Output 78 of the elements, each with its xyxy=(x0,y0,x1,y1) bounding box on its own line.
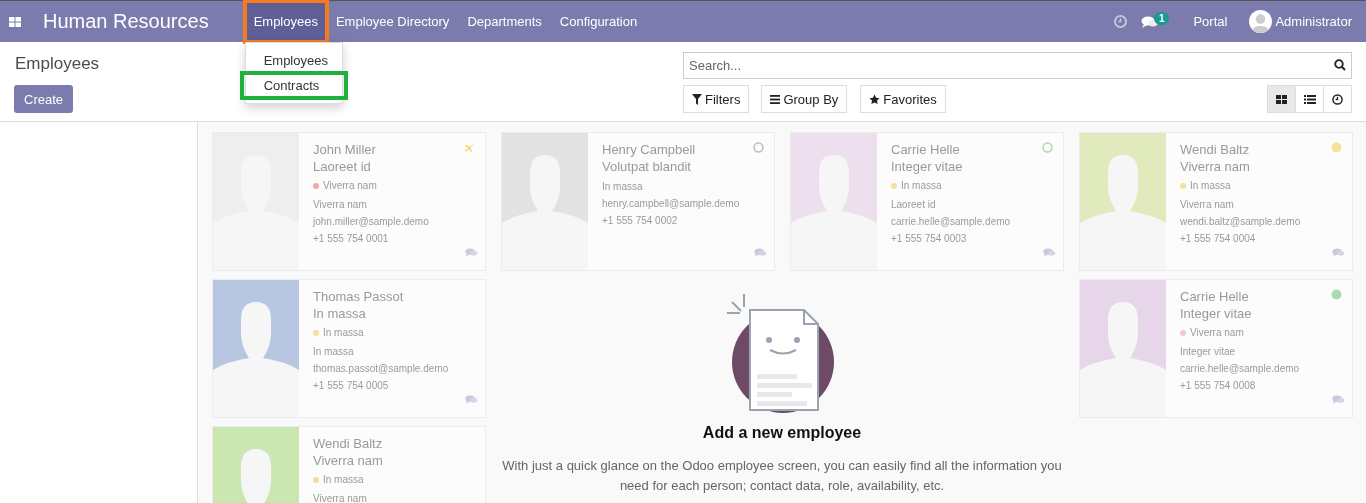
phone-text: +1 555 754 0008 xyxy=(1180,381,1257,391)
phone-text: +1 555 754 0001 xyxy=(313,234,390,244)
tag-label: In massa xyxy=(323,474,364,485)
clock-icon[interactable] xyxy=(1113,15,1127,28)
chat-icon[interactable] xyxy=(1140,14,1159,29)
card-detail: Laoreet id xyxy=(891,200,937,210)
employee-card[interactable]: Wendi Baltz Viverra nam In massa Viverra nam wendi.baltz@sample.demo +1 555 754 0004 xyxy=(1079,132,1353,271)
employee-name: Wendi Baltz xyxy=(1180,141,1251,158)
favorites-button[interactable]: Favorites xyxy=(860,85,946,113)
email-text: henry.campbell@sample.demo xyxy=(602,199,740,209)
card-detail: In massa xyxy=(313,347,355,357)
employee-card[interactable]: Henry Campbell Volutpat blandit In massa henry.campbell@sample.demo +1 555 754 0002 xyxy=(501,132,775,271)
search-icon[interactable] xyxy=(1334,59,1346,71)
card-detail: Viverra nam xyxy=(313,494,368,503)
user-menu[interactable]: Administrator xyxy=(1275,14,1352,29)
group-by-button[interactable]: Group By xyxy=(761,85,848,113)
job-title: Viverra nam xyxy=(313,452,383,469)
employee-name: Carrie Helle xyxy=(891,141,961,158)
card-detail: Viverra nam xyxy=(313,200,368,210)
employee-name: Wendi Baltz xyxy=(313,435,383,452)
employee-name: Henry Campbell xyxy=(602,141,697,158)
job-title: Laoreet id xyxy=(313,158,372,175)
tag-label: Viverra nam xyxy=(323,180,377,191)
phone-text: +1 555 754 0003 xyxy=(891,234,968,244)
portal-link[interactable]: Portal xyxy=(1193,14,1228,29)
clock-icon xyxy=(1332,93,1343,105)
employee-card[interactable]: Thomas Passot In massa In massa In massa thomas.passot@sample.demo +1 555 754 0005 xyxy=(212,279,486,418)
filter-icon xyxy=(692,93,702,105)
employee-name: John Miller xyxy=(313,141,377,158)
email-text: carrie.helle@sample.demo xyxy=(1180,364,1300,374)
message-count-badge: 1 xyxy=(1153,12,1170,25)
nav-menu-item[interactable]: Employees xyxy=(244,1,327,42)
app-title: Human Resources xyxy=(43,10,209,33)
phone-text: +1 555 754 0004 xyxy=(1180,234,1257,244)
nav-menu-item[interactable]: Employee Directory xyxy=(326,1,459,42)
job-title: In massa xyxy=(313,305,367,322)
email-text: john.miller@sample.demo xyxy=(313,217,429,227)
user-avatar-icon[interactable] xyxy=(1249,10,1273,33)
employee-card[interactable]: Carrie Helle Integer vitae In massa Laoreet id carrie.helle@sample.demo +1 555 754 0003 xyxy=(790,132,1064,271)
employee-name: Carrie Helle xyxy=(1180,288,1250,305)
list-icon xyxy=(1303,94,1316,104)
grid-icon xyxy=(1276,94,1287,104)
filters-button[interactable]: Filters xyxy=(683,85,750,113)
tag-label: In massa xyxy=(323,327,364,338)
employee-card[interactable]: Wendi Baltz Viverra nam In massa Viverra nam xyxy=(212,426,486,503)
phone-text: +1 555 754 0005 xyxy=(313,381,390,391)
tag-label: In massa xyxy=(1190,180,1231,191)
helper-title: Add a new employee xyxy=(702,424,862,442)
employee-name: Thomas Passot xyxy=(313,288,405,305)
tag-label: Viverra nam xyxy=(1190,327,1244,338)
card-detail: In massa xyxy=(602,182,644,192)
helper-text: With just a quick glance on the Odoo employee screen, you can easily find all the information you need for each person; contact data, role, availability, etc. xyxy=(502,457,1062,495)
list-icon xyxy=(770,94,781,104)
activity-view-button[interactable] xyxy=(1323,85,1352,113)
email-text: wendi.baltz@sample.demo xyxy=(1180,217,1301,227)
card-detail: Viverra nam xyxy=(1180,200,1235,210)
job-title: Viverra nam xyxy=(1180,158,1251,175)
tag-label: In massa xyxy=(901,180,942,191)
nav-menu-item[interactable]: Departments xyxy=(458,1,551,42)
star-icon xyxy=(869,93,881,105)
dropdown-item[interactable]: Employees xyxy=(245,49,342,72)
create-button[interactable]: Create xyxy=(14,85,74,113)
email-text: carrie.helle@sample.demo xyxy=(891,217,1011,227)
employee-card[interactable]: John Miller Laoreet id Viverra nam Viverra nam john.miller@sample.demo +1 555 754 0001 xyxy=(212,132,486,271)
kanban-view-button[interactable] xyxy=(1267,85,1296,113)
job-title: Volutpat blandit xyxy=(602,158,692,175)
job-title: Integer vitae xyxy=(1180,305,1253,322)
apps-menu-icon[interactable] xyxy=(9,16,21,27)
job-title: Integer vitae xyxy=(891,158,964,175)
phone-text: +1 555 754 0002 xyxy=(602,216,679,226)
employee-card[interactable]: Carrie Helle Integer vitae Viverra nam Integer vitae carrie.helle@sample.demo +1 555 754 0008 xyxy=(1079,279,1353,418)
search-field[interactable]: Search... xyxy=(683,52,1352,79)
card-detail: Integer vitae xyxy=(1180,347,1237,357)
breadcrumb-title: Employees xyxy=(15,54,100,74)
dropdown-item[interactable]: Contracts xyxy=(242,74,345,97)
nav-menu-item[interactable]: Configuration xyxy=(550,1,647,42)
list-view-button[interactable] xyxy=(1295,85,1324,113)
email-text: thomas.passot@sample.demo xyxy=(313,364,449,374)
